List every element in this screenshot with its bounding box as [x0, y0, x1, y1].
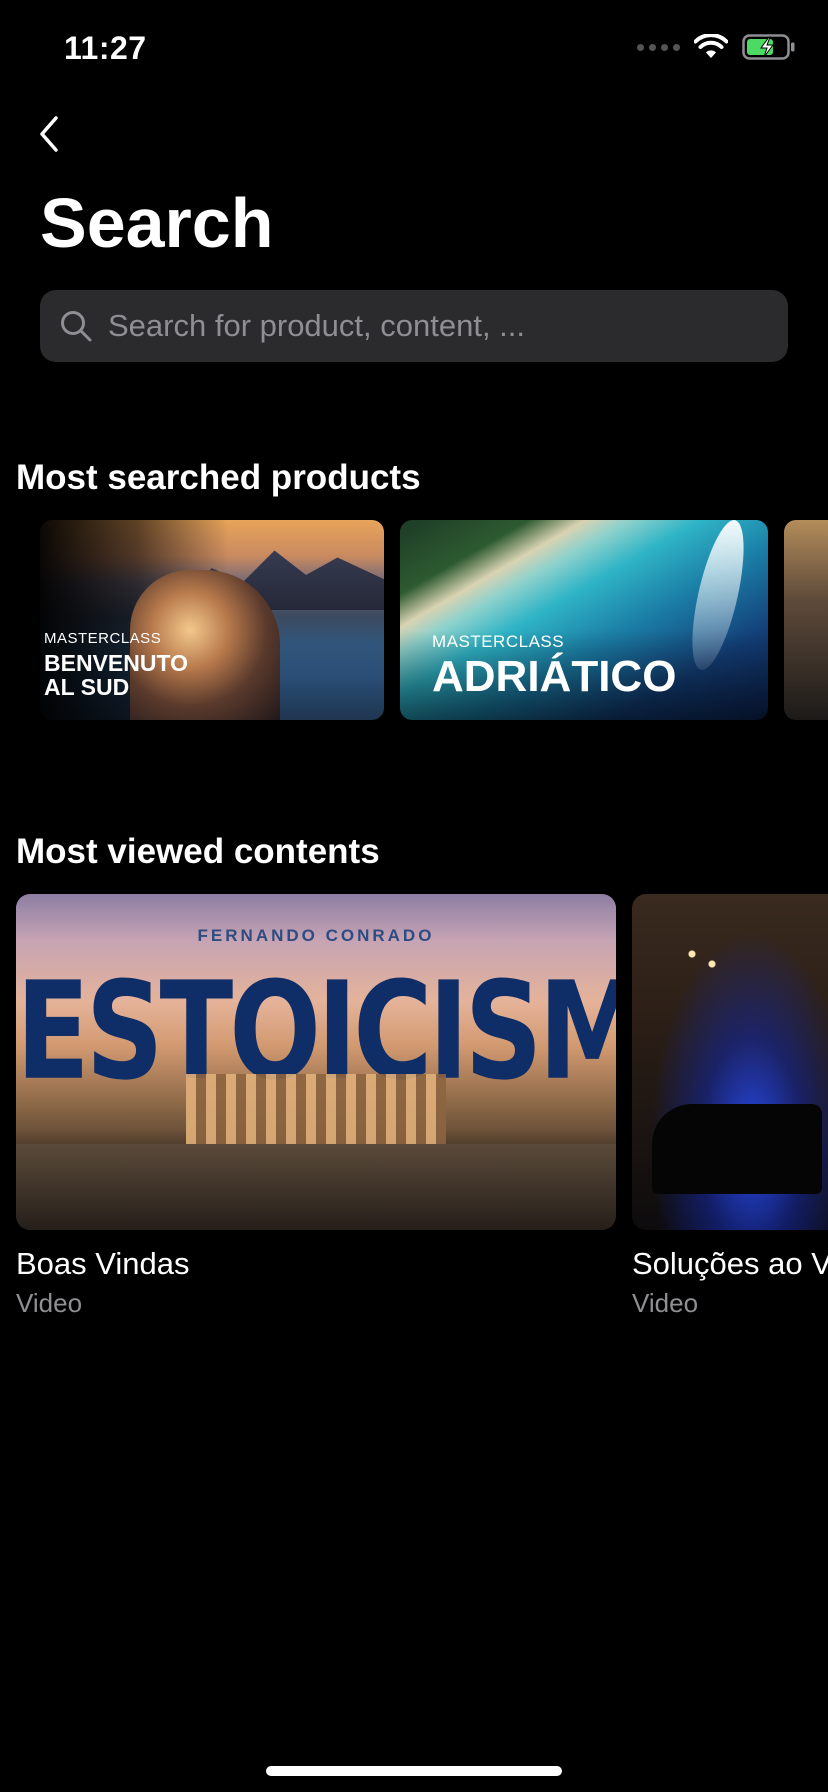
battery-charging-icon: [742, 34, 795, 60]
content-thumbnail-estoicismo[interactable]: FERNANDO CONRADO ESTOICISMO: [16, 894, 616, 1230]
content-title[interactable]: Boas Vindas: [16, 1246, 190, 1282]
content-type: Video: [16, 1288, 83, 1318]
home-indicator[interactable]: [266, 1766, 562, 1776]
page-title: Search: [40, 184, 274, 262]
content-type: Video: [632, 1288, 699, 1318]
search-icon: [54, 304, 98, 348]
product-card-adriatico[interactable]: MASTERCLASS ADRIÁTICO: [400, 520, 768, 720]
back-button[interactable]: [30, 112, 70, 156]
status-time: 11:27: [64, 30, 147, 66]
most-searched-title: Most searched products: [16, 458, 421, 497]
status-icons: [637, 34, 796, 60]
search-input[interactable]: [106, 307, 788, 345]
product-card-partial[interactable]: [784, 520, 828, 720]
product-card-label: MASTERCLASS BENVENUTO AL SUD: [44, 630, 188, 701]
search-screen: 11:27 Search Most: [0, 0, 828, 1792]
product-card-benvenuto-al-sud[interactable]: MASTERCLASS BENVENUTO AL SUD: [40, 520, 384, 720]
wifi-icon: [694, 34, 728, 58]
content-title[interactable]: Soluções ao VS: [632, 1246, 828, 1282]
chevron-left-icon: [40, 116, 58, 152]
most-viewed-title: Most viewed contents: [16, 832, 380, 871]
cellular-signal-icon: [637, 43, 680, 51]
thumbnail-author: FERNANDO CONRADO: [197, 926, 435, 945]
search-bar[interactable]: [40, 290, 788, 362]
product-card-label: MASTERCLASS ADRIÁTICO: [432, 632, 677, 701]
content-thumbnail-piano[interactable]: [632, 894, 828, 1230]
